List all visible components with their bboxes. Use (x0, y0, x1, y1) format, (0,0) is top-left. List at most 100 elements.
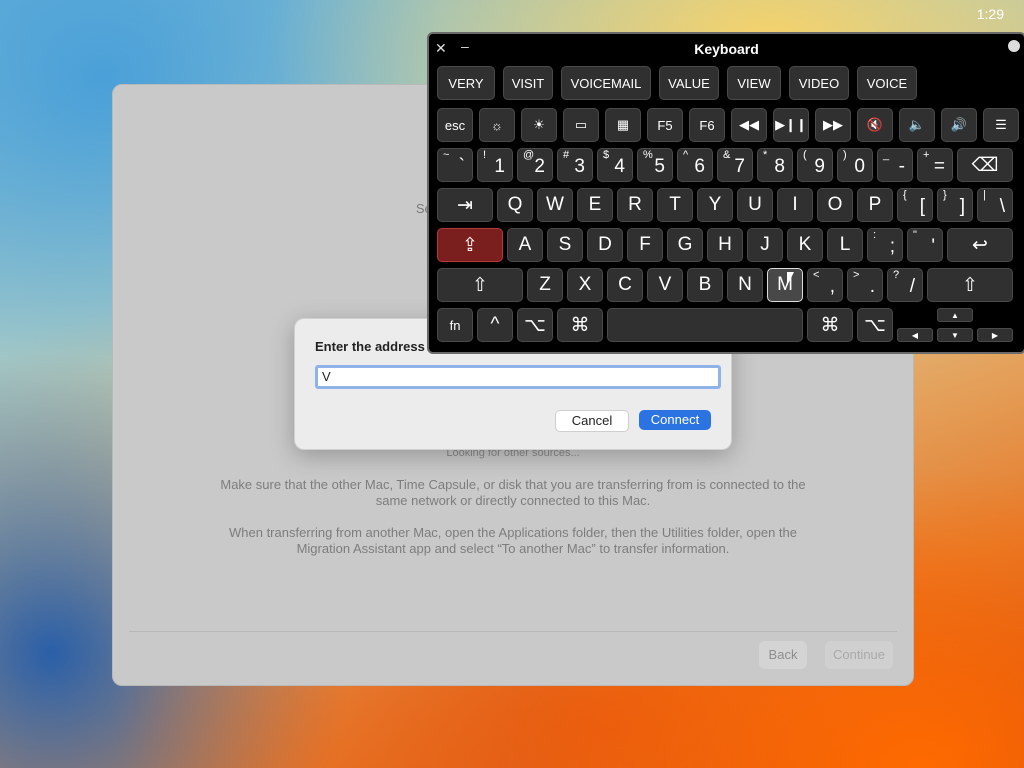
key--[interactable]: _ - (877, 148, 913, 182)
key-j[interactable]: J (747, 228, 783, 262)
key-t[interactable]: T (657, 188, 693, 222)
key-k[interactable]: K (787, 228, 823, 262)
control-key[interactable]: ^ (477, 308, 513, 342)
cancel-button[interactable]: Cancel (555, 410, 629, 432)
fn-key-1[interactable]: ☼ (479, 108, 515, 142)
key-1[interactable]: ! 1 (477, 148, 513, 182)
key-s[interactable]: S (547, 228, 583, 262)
right-shift-key[interactable]: ⇧ (927, 268, 1013, 302)
key-l[interactable]: L (827, 228, 863, 262)
key-7[interactable]: & 7 (717, 148, 753, 182)
key-6[interactable]: ^ 6 (677, 148, 713, 182)
key-d[interactable]: D (587, 228, 623, 262)
fn-key-0[interactable]: esc (437, 108, 473, 142)
key-\[interactable]: | \ (977, 188, 1013, 222)
key-u[interactable]: U (737, 188, 773, 222)
tab-key[interactable]: ⇥ (437, 188, 493, 222)
key-'[interactable]: " ' (907, 228, 943, 262)
right-option-key[interactable]: ⌥ (857, 308, 893, 342)
key-0[interactable]: ) 0 (837, 148, 873, 182)
suggestion-video[interactable]: VIDEO (789, 66, 849, 100)
key-5[interactable]: % 5 (637, 148, 673, 182)
key-w[interactable]: W (537, 188, 573, 222)
arrow-up-key[interactable]: ▲ (937, 308, 973, 322)
key-[[interactable]: {[ (897, 188, 933, 222)
fn-key-13[interactable]: ☰ (983, 108, 1019, 142)
fn-key-5[interactable]: F5 (647, 108, 683, 142)
fn-key-11[interactable]: 🔈 (899, 108, 935, 142)
key-shift-label: > (853, 269, 860, 281)
key-q[interactable]: Q (497, 188, 533, 222)
key-shift-label: ( (803, 149, 807, 161)
suggestion-very[interactable]: VERY (437, 66, 495, 100)
left-option-key[interactable]: ⌥ (517, 308, 553, 342)
key-;[interactable]: :; (867, 228, 903, 262)
suggestion-view[interactable]: VIEW (727, 66, 781, 100)
arrow-left-key[interactable]: ◀ (897, 328, 933, 342)
key-label: 2 (534, 156, 545, 177)
key-i[interactable]: I (777, 188, 813, 222)
key-o[interactable]: O (817, 188, 853, 222)
continue-button[interactable]: Continue (825, 641, 893, 669)
fn-key[interactable]: fn (437, 308, 473, 342)
right-command-key[interactable]: ⌘ (807, 308, 853, 342)
key-`[interactable]: ~ ` (437, 148, 473, 182)
key-8[interactable]: * 8 (757, 148, 793, 182)
address-input[interactable]: V (315, 365, 721, 389)
info-text-network: Make sure that the other Mac, Time Capsu… (220, 477, 806, 508)
key-a[interactable]: A (507, 228, 543, 262)
key-shift-label: + (923, 149, 930, 161)
fn-key-10[interactable]: 🔇 (857, 108, 893, 142)
delete-key[interactable]: ⌫ (957, 148, 1013, 182)
suggestion-visit[interactable]: VISIT (503, 66, 553, 100)
key-4[interactable]: $4 (597, 148, 633, 182)
more-options-icon[interactable] (1008, 40, 1020, 52)
key-b[interactable]: B (687, 268, 723, 302)
key-f[interactable]: F (627, 228, 663, 262)
key-p[interactable]: P (857, 188, 893, 222)
fn-key-3[interactable]: ▭ (563, 108, 599, 142)
key-3[interactable]: #3 (557, 148, 593, 182)
fn-key-6[interactable]: F6 (689, 108, 725, 142)
key-x[interactable]: X (567, 268, 603, 302)
key-/[interactable]: ? / (887, 268, 923, 302)
fn-key-4[interactable]: ▦ (605, 108, 641, 142)
fn-key-2[interactable]: ☀ (521, 108, 557, 142)
suggestion-value[interactable]: VALUE (659, 66, 719, 100)
key-9[interactable]: (9 (797, 148, 833, 182)
key-e[interactable]: E (577, 188, 613, 222)
fn-key-9[interactable]: ▶▶ (815, 108, 851, 142)
key-h[interactable]: H (707, 228, 743, 262)
arrow-down-key[interactable]: ▼ (937, 328, 973, 342)
key-shift-label: " (913, 229, 917, 241)
connect-button[interactable]: Connect (639, 410, 711, 430)
key-y[interactable]: Y (697, 188, 733, 222)
key-label: , (829, 276, 835, 297)
key-m[interactable]: M (767, 268, 803, 302)
key-.[interactable]: >. (847, 268, 883, 302)
left-command-key[interactable]: ⌘ (557, 308, 603, 342)
fn-key-7[interactable]: ◀◀ (731, 108, 767, 142)
key-2[interactable]: @2 (517, 148, 553, 182)
back-button[interactable]: Back (759, 641, 807, 669)
key-z[interactable]: Z (527, 268, 563, 302)
key-g[interactable]: G (667, 228, 703, 262)
key-,[interactable]: <, (807, 268, 843, 302)
caps-lock-key[interactable]: ⇪ (437, 228, 503, 262)
key-][interactable]: }] (937, 188, 973, 222)
key-c[interactable]: C (607, 268, 643, 302)
suggestion-voicemail[interactable]: VOICEMAIL (561, 66, 651, 100)
key-n[interactable]: N (727, 268, 763, 302)
fn-key-8[interactable]: ▶❙❙ (773, 108, 809, 142)
suggestion-voice[interactable]: VOICE (857, 66, 917, 100)
key-r[interactable]: R (617, 188, 653, 222)
key-label: ; (889, 236, 895, 257)
return-key[interactable]: ↩ (947, 228, 1013, 262)
fn-key-12[interactable]: 🔊 (941, 108, 977, 142)
key-=[interactable]: + = (917, 148, 953, 182)
arrow-right-key[interactable]: ▶ (977, 328, 1013, 342)
key-v[interactable]: V (647, 268, 683, 302)
space-key[interactable] (607, 308, 803, 342)
key-shift-label: * (763, 149, 768, 161)
left-shift-key[interactable]: ⇧ (437, 268, 523, 302)
